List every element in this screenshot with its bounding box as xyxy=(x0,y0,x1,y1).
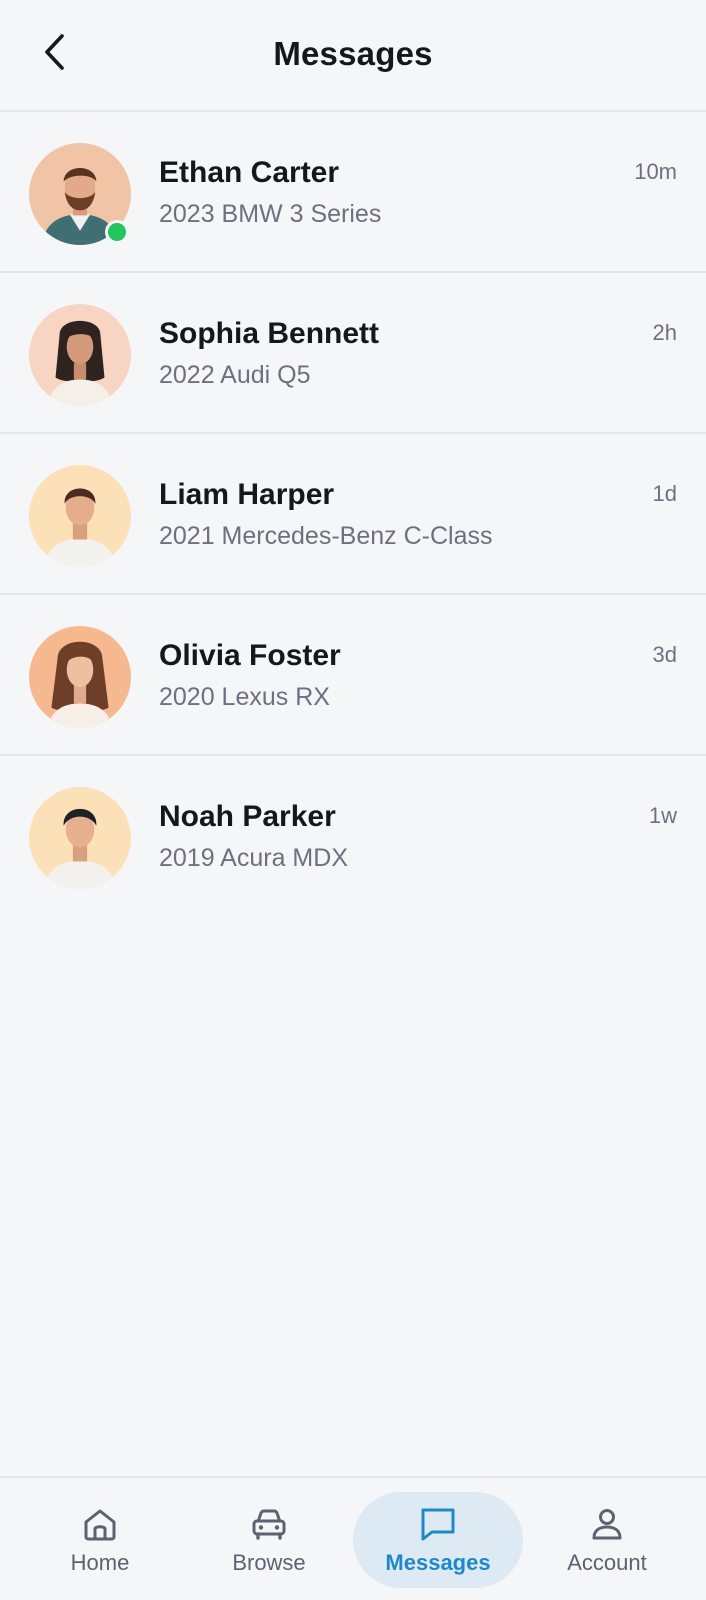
contact-name: Liam Harper xyxy=(159,478,335,511)
back-button[interactable] xyxy=(30,24,78,80)
car-icon xyxy=(252,1509,286,1540)
avatar xyxy=(29,787,131,889)
vehicle-subtitle: 2021 Mercedes-Benz C-Class xyxy=(159,522,493,550)
bottom-navigation: Home Browse Messages Account xyxy=(0,1476,706,1600)
vehicle-subtitle: 2019 Acura MDX xyxy=(159,844,348,872)
vehicle-subtitle: 2020 Lexus RX xyxy=(159,683,330,711)
nav-browse[interactable]: Browse xyxy=(207,1492,331,1588)
avatar xyxy=(29,465,131,567)
avatar xyxy=(29,626,131,728)
user-icon xyxy=(592,1509,622,1540)
vehicle-subtitle: 2023 BMW 3 Series xyxy=(159,200,382,228)
messages-screen: Messages Ethan Carter 2023 BMW 3 Series … xyxy=(0,0,706,1600)
conversation-list: Ethan Carter 2023 BMW 3 Series 10m Sophi… xyxy=(0,112,706,917)
nav-messages-label: Messages xyxy=(385,1550,491,1575)
conversation-row-olivia-foster[interactable]: Olivia Foster 2020 Lexus RX 3d xyxy=(0,595,706,756)
contact-name: Noah Parker xyxy=(159,800,336,833)
avatar-man-black-hair-illustration xyxy=(29,787,131,889)
vehicle-subtitle: 2022 Audi Q5 xyxy=(159,361,311,389)
conversation-row-ethan-carter[interactable]: Ethan Carter 2023 BMW 3 Series 10m xyxy=(0,112,706,273)
nav-home[interactable]: Home xyxy=(38,1492,162,1588)
contact-name: Ethan Carter xyxy=(159,156,340,189)
nav-account-label: Account xyxy=(567,1550,647,1575)
conversation-row-noah-parker[interactable]: Noah Parker 2019 Acura MDX 1w xyxy=(0,756,706,917)
online-status-indicator xyxy=(105,220,129,244)
nav-browse-label: Browse xyxy=(232,1550,306,1575)
page-title: Messages xyxy=(273,35,433,72)
contact-name: Sophia Bennett xyxy=(159,317,380,350)
message-time: 10m xyxy=(634,159,677,184)
avatar-young-man-illustration xyxy=(29,465,131,567)
nav-home-label: Home xyxy=(70,1550,130,1575)
home-icon xyxy=(84,1509,116,1541)
contact-name: Olivia Foster xyxy=(159,639,341,672)
message-time: 1w xyxy=(648,803,677,828)
message-time: 2h xyxy=(652,320,677,345)
message-time: 3d xyxy=(652,642,677,667)
conversation-row-sophia-bennett[interactable]: Sophia Bennett 2022 Audi Q5 2h xyxy=(0,273,706,434)
nav-account[interactable]: Account xyxy=(545,1492,669,1588)
message-time: 1d xyxy=(652,481,677,506)
nav-messages[interactable]: Messages xyxy=(353,1492,523,1588)
chevron-left-icon xyxy=(45,34,64,70)
avatar xyxy=(29,304,131,406)
avatar-woman-dark-hair-illustration xyxy=(29,304,131,406)
avatar-woman-brown-hair-illustration xyxy=(29,626,131,728)
message-icon xyxy=(421,1508,455,1541)
conversation-row-liam-harper[interactable]: Liam Harper 2021 Mercedes-Benz C-Class 1… xyxy=(0,434,706,595)
top-bar: Messages xyxy=(0,0,706,112)
